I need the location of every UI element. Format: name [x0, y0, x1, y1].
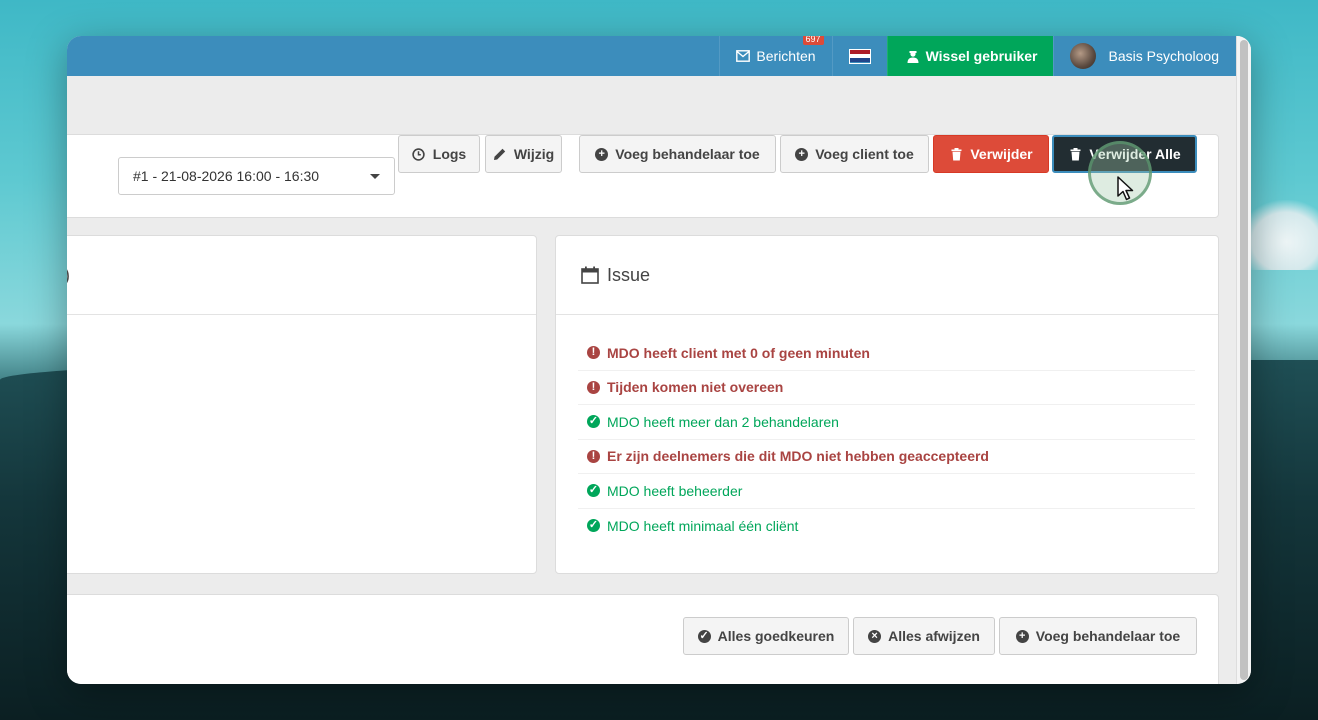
add-client-label: Voeg client toe: [815, 146, 914, 162]
exclamation-circle-icon: !: [587, 380, 600, 394]
issue-item: ✓ MDO heeft beheerder: [578, 474, 1195, 509]
issues-panel-header: Issue: [556, 236, 1218, 315]
top-navbar: Berichten 697 Wissel gebruiker Basis Psy…: [67, 36, 1236, 76]
edit-button[interactable]: Wijzig: [485, 135, 562, 173]
issue-text: MDO heeft minimaal één cliënt: [607, 517, 799, 534]
delete-label: Verwijder: [970, 146, 1033, 162]
participants-panel: ✓ Alles goedkeuren × Alles afwijzen + Vo…: [67, 594, 1219, 684]
reject-all-label: Alles afwijzen: [888, 628, 980, 644]
plus-circle-icon: +: [1015, 629, 1029, 643]
add-practitioner-label: Voeg behandelaar toe: [615, 146, 760, 162]
switch-user-button[interactable]: Wissel gebruiker: [886, 36, 1054, 76]
issues-panel: Issue ! MDO heeft client met 0 of geen m…: [555, 235, 1219, 574]
details-panel-header: ): [67, 236, 536, 315]
user-name: Basis Psycholoog: [1108, 48, 1219, 64]
issue-text: MDO heeft beheerder: [607, 482, 743, 499]
mouse-pointer-icon: [1117, 176, 1134, 201]
language-switcher[interactable]: [831, 36, 887, 76]
session-select[interactable]: #1 - 21-08-2026 16:00 - 16:30: [118, 157, 395, 195]
details-panel-title: ): [67, 265, 70, 286]
pencil-icon: [493, 147, 507, 161]
issue-item: ! MDO heeft client met 0 of geen minuten: [578, 336, 1195, 371]
issue-item: ✓ MDO heeft minimaal één cliënt: [578, 509, 1195, 544]
exclamation-circle-icon: !: [587, 346, 600, 360]
switch-user-label: Wissel gebruiker: [925, 48, 1038, 64]
messages-label: Berichten: [756, 48, 816, 64]
trash-icon: [949, 147, 963, 161]
issue-text: Tijden komen niet overeen: [607, 379, 784, 396]
logs-button[interactable]: Logs: [398, 135, 480, 173]
issue-text: Er zijn deelnemers die dit MDO niet hebb…: [607, 448, 989, 465]
approve-all-button[interactable]: ✓ Alles goedkeuren: [683, 617, 849, 655]
plus-circle-icon: +: [595, 147, 609, 161]
logs-label: Logs: [432, 146, 467, 162]
issue-item: ! Tijden komen niet overeen: [578, 371, 1195, 405]
calendar-icon: [581, 266, 599, 284]
check-circle-icon: ✓: [697, 629, 711, 643]
caret-down-icon: [370, 173, 380, 179]
add-practitioner-button[interactable]: + Voeg behandelaar toe: [579, 135, 776, 173]
issues-title: Issue: [607, 264, 651, 285]
times-circle-icon: ×: [868, 629, 882, 643]
issue-item: ! Er zijn deelnemers die dit MDO niet he…: [578, 440, 1195, 474]
envelope-icon: [736, 49, 751, 63]
issues-list: ! MDO heeft client met 0 of geen minuten…: [578, 336, 1195, 543]
check-circle-icon: ✓: [587, 484, 600, 498]
scrollbar[interactable]: [1236, 36, 1251, 684]
trash-icon: [1068, 147, 1082, 161]
details-panel: ): [67, 235, 537, 574]
issue-text: MDO heeft meer dan 2 behandelaren: [607, 413, 839, 430]
reject-all-button[interactable]: × Alles afwijzen: [853, 617, 995, 655]
edit-label: Wijzig: [513, 146, 555, 162]
messages-link[interactable]: Berichten 697: [719, 36, 831, 76]
netherlands-flag-icon: [848, 48, 871, 64]
add-practitioner-bottom-label: Voeg behandelaar toe: [1035, 628, 1181, 644]
plus-circle-icon: +: [795, 147, 809, 161]
session-select-value: #1 - 21-08-2026 16:00 - 16:30: [133, 168, 320, 184]
avatar: [1070, 43, 1097, 69]
check-circle-icon: ✓: [587, 519, 600, 533]
clock-icon: [412, 147, 426, 161]
delete-button[interactable]: Verwijder: [933, 135, 1049, 173]
add-client-button[interactable]: + Voeg client toe: [780, 135, 929, 173]
check-circle-icon: ✓: [587, 415, 600, 429]
messages-count-badge: 697: [802, 36, 824, 45]
session-toolbar: #1 - 21-08-2026 16:00 - 16:30 Logs Wijzi…: [67, 134, 1219, 218]
exclamation-circle-icon: !: [587, 449, 600, 463]
add-practitioner-bottom-button[interactable]: + Voeg behandelaar toe: [999, 617, 1197, 655]
browser-window: Berichten 697 Wissel gebruiker Basis Psy…: [67, 36, 1251, 684]
issue-text: MDO heeft client met 0 of geen minuten: [607, 344, 870, 361]
scrollbar-thumb[interactable]: [1240, 40, 1248, 680]
approve-all-label: Alles goedkeuren: [717, 628, 835, 644]
user-menu[interactable]: Basis Psycholoog: [1053, 36, 1236, 76]
user-secret-icon: [906, 49, 920, 63]
issue-item: ✓ MDO heeft meer dan 2 behandelaren: [578, 405, 1195, 440]
